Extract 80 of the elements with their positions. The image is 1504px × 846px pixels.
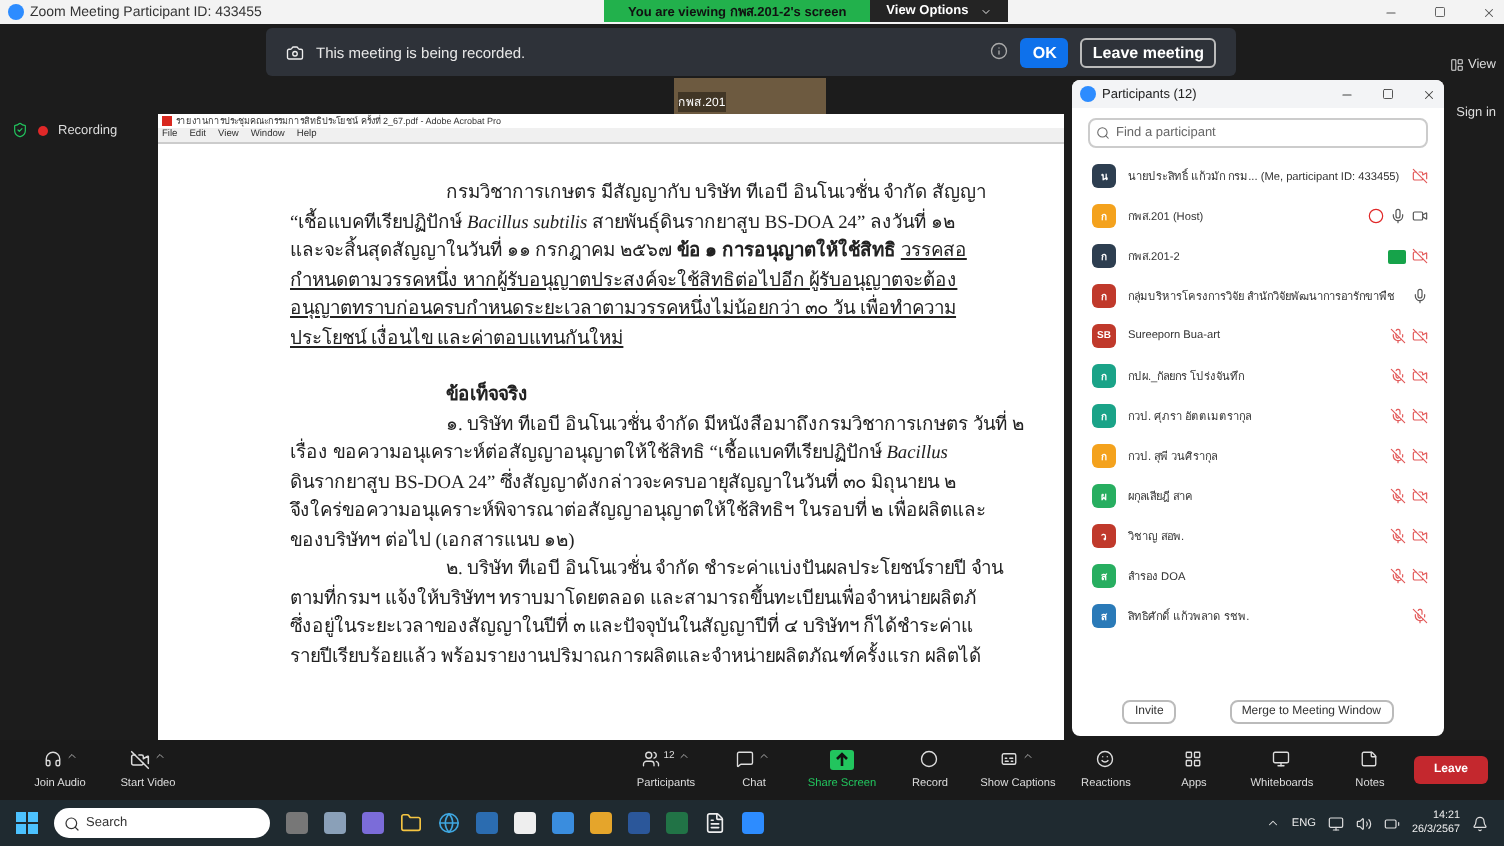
caret-icon xyxy=(980,5,993,17)
document-text-line: ดินรากยาสูบ BS-DOA 24” ซึ่งสัญญาดังกล่าวจะครบอายุสัญญาในวันที่ ๓๐ มิถุนายน ๒ xyxy=(290,469,1064,498)
record-icon xyxy=(920,750,939,768)
notes-icon xyxy=(1360,750,1379,768)
mic-muted-icon xyxy=(1390,368,1406,384)
document-text-line: ประโยชน์ เงื่อนไข และค่าตอบแทนกันใหม่ xyxy=(290,325,1064,354)
share-screen-icon xyxy=(829,750,854,770)
document-text-line: ซึ่งอยู่ในระยะเวลาของสัญญาในปีที่ ๓ และปัจจุบันในสัญญาปีที่ ๔ บริษัทฯ ก็ได้ชำระค่าแ xyxy=(290,614,1064,643)
recording-icon xyxy=(1368,208,1384,224)
video-off-icon xyxy=(1412,168,1428,184)
video-off-icon xyxy=(1412,528,1428,544)
mic-muted-icon xyxy=(1390,448,1406,464)
bell-icon xyxy=(1472,815,1488,831)
video-off-icon xyxy=(1412,568,1428,584)
document-text-line: อนุญาตทราบก่อนครบกำหนดระยะเวลาตามวรรคหนึ่งไม่น้อยกว่า ๓๐ วัน เพื่อทำความ xyxy=(290,296,1064,325)
mic-muted-icon xyxy=(1412,608,1428,624)
search-icon xyxy=(64,815,80,831)
info-icon xyxy=(990,42,1009,60)
layout-icon xyxy=(1450,58,1465,72)
document-text-line: กรมวิชาการเกษตร มีสัญญากับ บริษัท ทีเอบี อินโนเวชั่น จำกัด สัญญา xyxy=(290,180,1064,209)
maximize-icon xyxy=(1434,5,1446,17)
video-off-icon xyxy=(130,750,150,770)
caret-icon[interactable] xyxy=(65,750,77,762)
video-off-icon xyxy=(1412,328,1428,344)
whiteboard-icon xyxy=(1272,750,1291,768)
apps-icon xyxy=(1184,750,1203,768)
document-text-line: ของบริษัทฯ ต่อไป (เอกสารแนบ ๑๒) xyxy=(290,527,577,554)
headphones-icon xyxy=(43,750,61,768)
caret-icon xyxy=(1265,816,1280,830)
video-off-icon xyxy=(1412,368,1428,384)
ok-button[interactable]: OK xyxy=(1020,37,1069,67)
mic-muted-icon xyxy=(1390,328,1406,344)
mic-muted-icon xyxy=(1390,408,1406,424)
document-text-line: ๒. บริษัท ทีเอบี อินโนเวชั่น จำกัด ชำระค่าแบ่งปันผลประโยชน์รายปี จำน xyxy=(290,556,1064,585)
captions-icon xyxy=(1000,750,1019,768)
close-icon xyxy=(1482,5,1496,19)
browser-icon xyxy=(438,812,460,834)
video-off-icon xyxy=(1412,248,1428,264)
pdf-icon xyxy=(162,116,172,126)
caret-icon[interactable] xyxy=(154,750,166,762)
document-text-line: รายปีเรียบร้อยแล้ว พร้อมรายงานปริมาณการผลิตและจำหน่ายผลิตภัณฑ์ครั้งแรก ผลิตได้ xyxy=(290,643,1064,672)
app-icon[interactable] xyxy=(362,812,384,834)
document-text-line: “เชื้อแบคทีเรียปฏิปักษ์ Bacillus subtilis สายพันธุ์ดินรากยาสูบ BS-DOA 24” ลงวันที่ ๑๒ xyxy=(290,209,1064,238)
document-text-line: และจะสิ้นสุดสัญญาในวันที่ ๑๑ กรกฎาคม ๒๕๖๗ ข้อ ๑ การอนุญาตให้ใช้สิทธิ วรรคสอ xyxy=(290,238,1064,267)
document-text-line: กำหนดตามวรรคหนึ่ง หากผู้รับอนุญาตประสงค์จะใช้สิทธิต่อไปอีก ผู้รับอนุญาตจะต้อง xyxy=(290,267,1064,296)
start-icon[interactable] xyxy=(16,812,38,834)
document-text-line: จึงใคร่ขอความอนุเคราะห์พิจารณาต่อสัญญาอนุญาตให้ใช้สิทธิฯ ในรอบที่ ๒ เพื่อผลิตและ xyxy=(290,498,1064,527)
search-icon xyxy=(1096,126,1110,140)
close-icon xyxy=(1422,87,1436,101)
battery-icon xyxy=(1384,815,1401,831)
document-text-line: เรื่อง ขอความอนุเคราะห์ต่อสัญญาอนุญาตให้ใช้สิทธิ “เชื้อแบคทีเรียปฏิปักษ์ Bacillus xyxy=(290,440,1064,469)
mic-icon xyxy=(1390,208,1406,224)
maximize-icon xyxy=(1382,87,1394,99)
caret-icon[interactable] xyxy=(678,750,691,762)
chat-icon xyxy=(736,750,755,768)
shield-check-icon xyxy=(12,122,28,138)
video-off-icon xyxy=(1412,448,1428,464)
participants-icon xyxy=(641,750,660,768)
app-icon[interactable] xyxy=(552,812,574,834)
leave-meeting-button[interactable]: Leave meeting xyxy=(1080,37,1216,67)
sharing-icon xyxy=(1388,249,1406,263)
recording-camera-icon xyxy=(286,43,304,61)
volume-icon xyxy=(1356,815,1373,831)
reactions-icon xyxy=(1096,750,1115,768)
recording-dot-icon xyxy=(38,125,48,135)
mic-muted-icon xyxy=(1390,488,1406,504)
mic-muted-icon xyxy=(1390,528,1406,544)
mic-muted-icon xyxy=(1390,568,1406,584)
video-icon xyxy=(1412,208,1428,224)
folder-icon xyxy=(400,812,422,834)
document-heading: ข้อเท็จจริง xyxy=(290,382,1064,411)
document-text-line: ๑. บริษัท ทีเอบี อินโนเวชั่น จำกัด มีหนังสือมาถึงกรมวิชาการเกษตร วันที่ ๒ xyxy=(290,411,1064,440)
mic-icon xyxy=(1412,288,1428,304)
app-icon[interactable] xyxy=(476,812,498,834)
caret-icon[interactable] xyxy=(1022,750,1035,762)
video-off-icon xyxy=(1412,408,1428,424)
caret-icon[interactable] xyxy=(758,750,771,762)
document-icon xyxy=(704,812,726,834)
document-text-line: ตามที่กรมฯ แจ้งให้บริษัทฯ ทราบมาโดยตลอด และสามารถขึ้นทะเบียนเพื่อจำหน่ายผลิตภั xyxy=(290,585,1064,614)
video-off-icon xyxy=(1412,488,1428,504)
